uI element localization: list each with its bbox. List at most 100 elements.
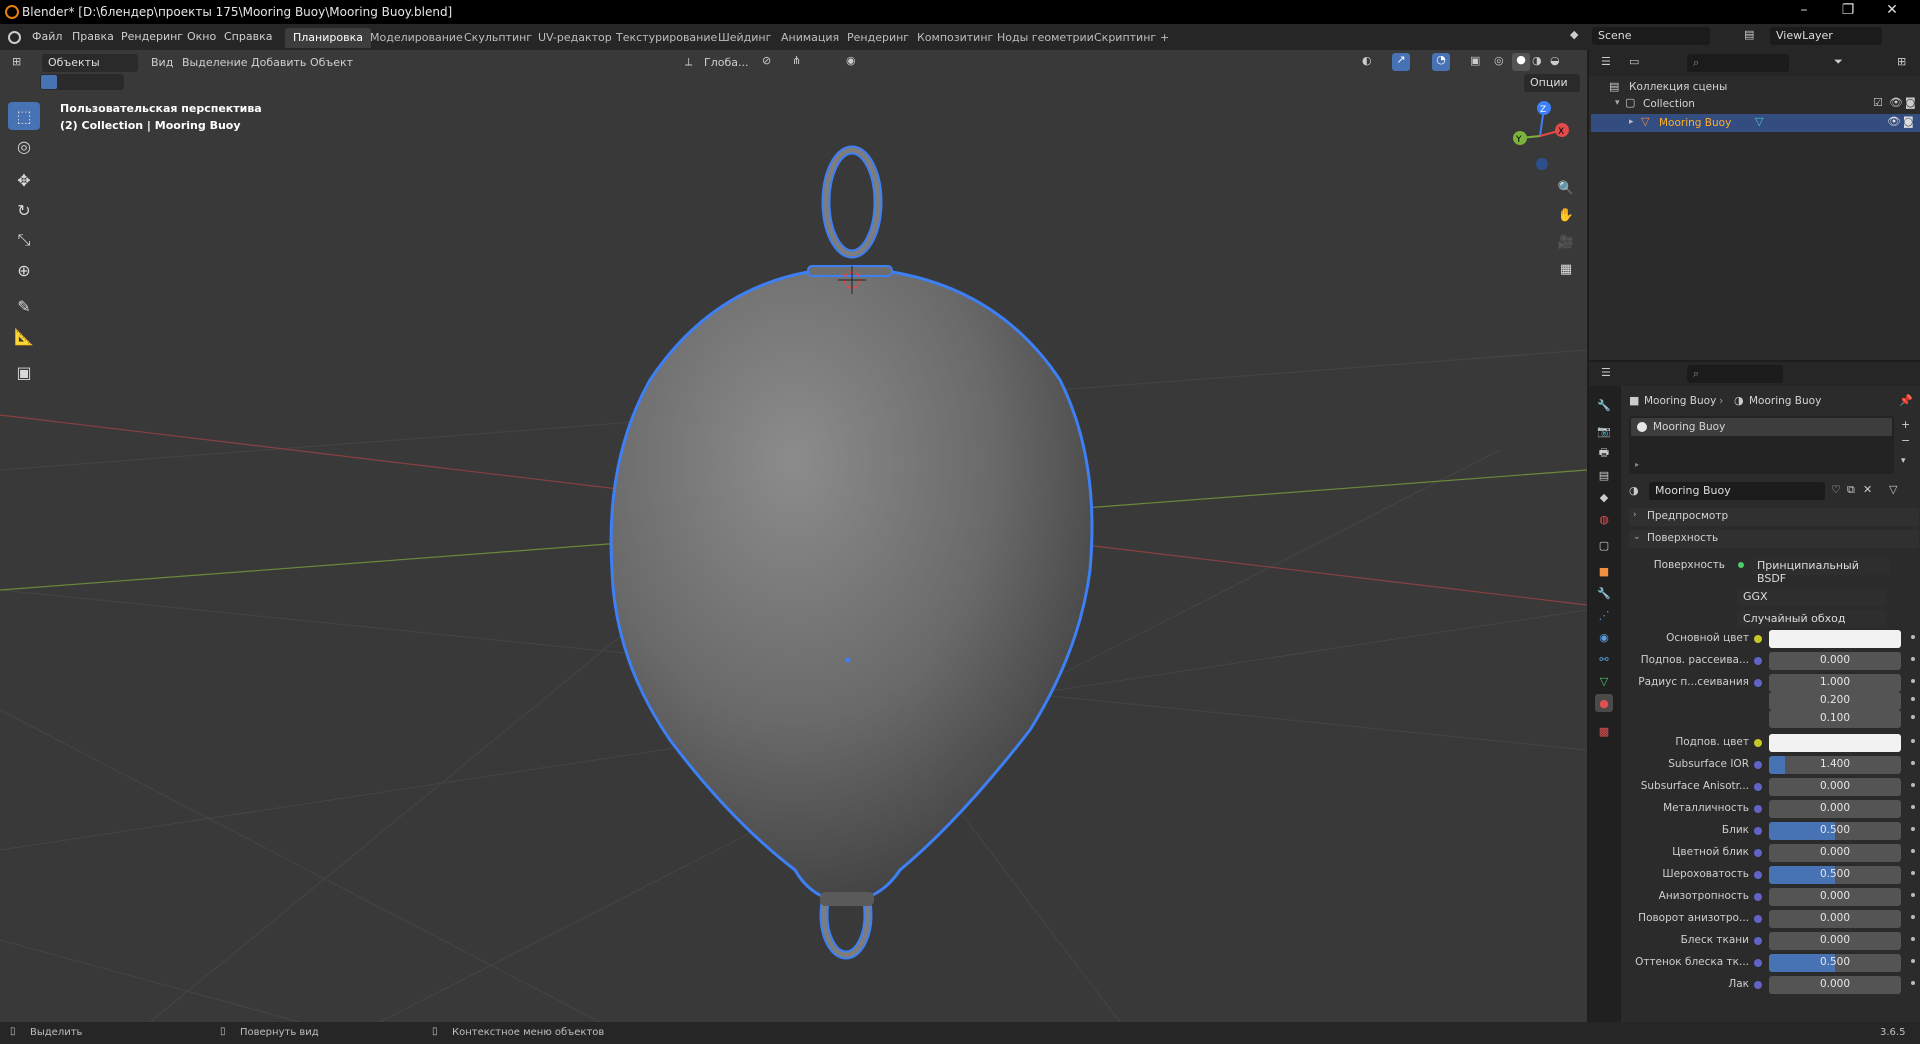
keyframe-dot-icon[interactable] [1911, 827, 1915, 831]
world-tab-icon[interactable]: ◍ [1595, 510, 1613, 528]
select-new-icon[interactable] [41, 75, 57, 89]
object-camera-icon[interactable]: ◙ [1903, 115, 1914, 128]
modifier-tab-icon[interactable]: 🔧 [1595, 584, 1613, 602]
keyframe-dot-icon[interactable] [1911, 805, 1915, 809]
preview-panel-header[interactable]: › Предпросмотр [1629, 508, 1919, 526]
rotate-tool-icon[interactable]: ↻ [8, 196, 40, 224]
measure-tool-icon[interactable]: 📐 [8, 322, 40, 350]
keyframe-dot-icon[interactable] [1911, 893, 1915, 897]
navigation-gizmo[interactable]: Z Y X [1504, 96, 1574, 176]
tab-uv-editing[interactable]: UV-редактор [530, 28, 620, 48]
object-expand-icon[interactable]: ▸ [1629, 117, 1634, 127]
xray-icon[interactable]: ▣ [1470, 54, 1480, 67]
collection-tab-icon[interactable]: ▢ [1595, 536, 1613, 554]
overlay-toggle-icon[interactable]: ◔ [1432, 53, 1450, 71]
value-slider[interactable]: 0.000 [1769, 888, 1901, 906]
mooring-buoy-mesh[interactable] [609, 270, 1094, 904]
remove-slot-icon[interactable]: − [1901, 434, 1910, 447]
options-dropdown[interactable]: Опции [1524, 74, 1580, 92]
collection-checkbox-icon[interactable]: ☑ [1873, 96, 1883, 109]
properties-editor-icon[interactable]: ☰ [1601, 366, 1611, 379]
keyframe-dot-icon[interactable] [1911, 679, 1915, 683]
select-box-tool[interactable]: ⬚ [8, 102, 40, 130]
keyframe-dot-icon[interactable] [1911, 761, 1915, 765]
value-slider[interactable]: 0.000 [1769, 976, 1901, 994]
selection-mode-buttons[interactable] [40, 74, 124, 90]
object-tab-icon[interactable]: ■ [1595, 562, 1613, 580]
slot-specials-icon[interactable]: ▾ [1901, 456, 1906, 466]
transform-orientation[interactable]: Глоба... [704, 56, 748, 69]
pin-icon[interactable]: 📌 [1899, 394, 1913, 407]
tab-animation[interactable]: Анимация [773, 28, 847, 48]
tab-geometry-nodes[interactable]: Ноды геометрии [989, 28, 1102, 48]
snap-icon[interactable]: ⋔ [792, 54, 801, 67]
restore-button[interactable]: ❐ [1828, 2, 1868, 22]
ortho-toggle-icon[interactable]: ▦ [1554, 257, 1578, 281]
properties-search[interactable]: ⌕ [1687, 365, 1783, 383]
value-slider[interactable]: 0.500 [1769, 954, 1901, 972]
annotate-tool-icon[interactable]: ✎ [8, 292, 40, 320]
scale-tool-icon[interactable]: ⤡ [8, 226, 40, 254]
fake-user-icon[interactable]: ♡ [1831, 483, 1841, 496]
keyframe-dot-icon[interactable] [1911, 783, 1915, 787]
socket-dot-icon[interactable] [1754, 805, 1762, 813]
outliner-search[interactable]: ⌕ [1687, 54, 1789, 72]
outliner-scene-collection[interactable]: Коллекция сцены [1629, 81, 1727, 93]
keyframe-dot-icon[interactable] [1911, 871, 1915, 875]
display-mode-icon[interactable]: ▭ [1629, 55, 1639, 68]
add-cube-tool-icon[interactable]: ▣ [8, 358, 40, 386]
close-button[interactable]: ✕ [1872, 2, 1912, 22]
view-layer-selector[interactable]: ViewLayer [1770, 27, 1882, 45]
scene-selector[interactable]: Scene [1592, 27, 1710, 45]
distribution-dropdown[interactable]: GGX [1737, 588, 1887, 606]
viewport-scene[interactable] [0, 50, 1587, 1022]
output-tab-icon[interactable]: 🖶 [1595, 444, 1613, 462]
solid-shading-icon[interactable]: ● [1512, 53, 1530, 71]
move-tool-icon[interactable]: ✥ [8, 166, 40, 194]
value-slider[interactable]: 0.000 [1769, 652, 1901, 670]
socket-dot-icon[interactable] [1754, 761, 1762, 769]
viewport-menu-select[interactable]: Выделение [182, 56, 248, 69]
collection-camera-icon[interactable]: ◙ [1905, 96, 1916, 109]
keyframe-dot-icon[interactable] [1911, 937, 1915, 941]
camera-view-icon[interactable]: 🎥 [1554, 230, 1578, 254]
outliner-editor-icon[interactable]: ☰ [1601, 55, 1611, 68]
keyframe-dot-icon[interactable] [1911, 635, 1915, 639]
blender-menu-icon[interactable] [8, 31, 21, 44]
material-tab-icon[interactable]: ● [1595, 694, 1613, 712]
keyframe-dot-icon[interactable] [1911, 657, 1915, 661]
value-slider[interactable]: 0.000 [1769, 844, 1901, 862]
value-slider[interactable]: 0.000 [1769, 778, 1901, 796]
keyframe-dot-icon[interactable] [1911, 715, 1915, 719]
pivot-icon[interactable]: ⊘ [762, 54, 771, 67]
value-slider[interactable]: 1.400 [1769, 756, 1901, 774]
scene-tab-icon[interactable]: ◆ [1595, 488, 1613, 506]
filter-icon[interactable]: ⏷ [1834, 55, 1843, 69]
data-tab-icon[interactable]: ▽ [1595, 672, 1613, 690]
material-slot-list[interactable]: Mooring Buoy ▸ [1629, 416, 1894, 474]
tab-texture-paint[interactable]: Текстурирование [608, 28, 725, 48]
material-browse-icon[interactable]: ◑ [1629, 484, 1639, 497]
minimize-button[interactable]: – [1784, 2, 1824, 22]
texture-tab-icon[interactable]: ▩ [1595, 722, 1613, 740]
tab-shading[interactable]: Шейдинг [710, 28, 779, 48]
mode-selector[interactable]: Объекты [42, 54, 138, 72]
socket-dot-icon[interactable] [1754, 937, 1762, 945]
pan-hand-icon[interactable]: ✋ [1554, 203, 1578, 227]
value-slider[interactable]: 0.100 [1769, 710, 1901, 728]
slot-expand-icon[interactable]: ▸ [1635, 460, 1639, 469]
tab-sculpting[interactable]: Скульптинг [456, 28, 540, 48]
socket-dot-icon[interactable] [1754, 783, 1762, 791]
render-tab-icon[interactable]: 📷 [1595, 422, 1613, 440]
viewport-menu-view[interactable]: Вид [151, 56, 173, 69]
keyframe-dot-icon[interactable] [1911, 739, 1915, 743]
object-eye-icon[interactable]: 👁 [1887, 115, 1901, 128]
transform-tool-icon[interactable]: ⊕ [8, 256, 40, 284]
menu-window[interactable]: Окно [187, 30, 216, 43]
view-layer-tab-icon[interactable]: ▤ [1595, 466, 1613, 484]
tool-tab-icon[interactable]: 🔧 [1595, 396, 1613, 414]
zoom-icon[interactable]: 🔍 [1554, 176, 1578, 200]
cursor-tool-icon[interactable]: ◎ [8, 132, 40, 160]
tab-modeling[interactable]: Моделирование [362, 28, 471, 48]
tab-compositing[interactable]: Композитинг [909, 28, 1001, 48]
